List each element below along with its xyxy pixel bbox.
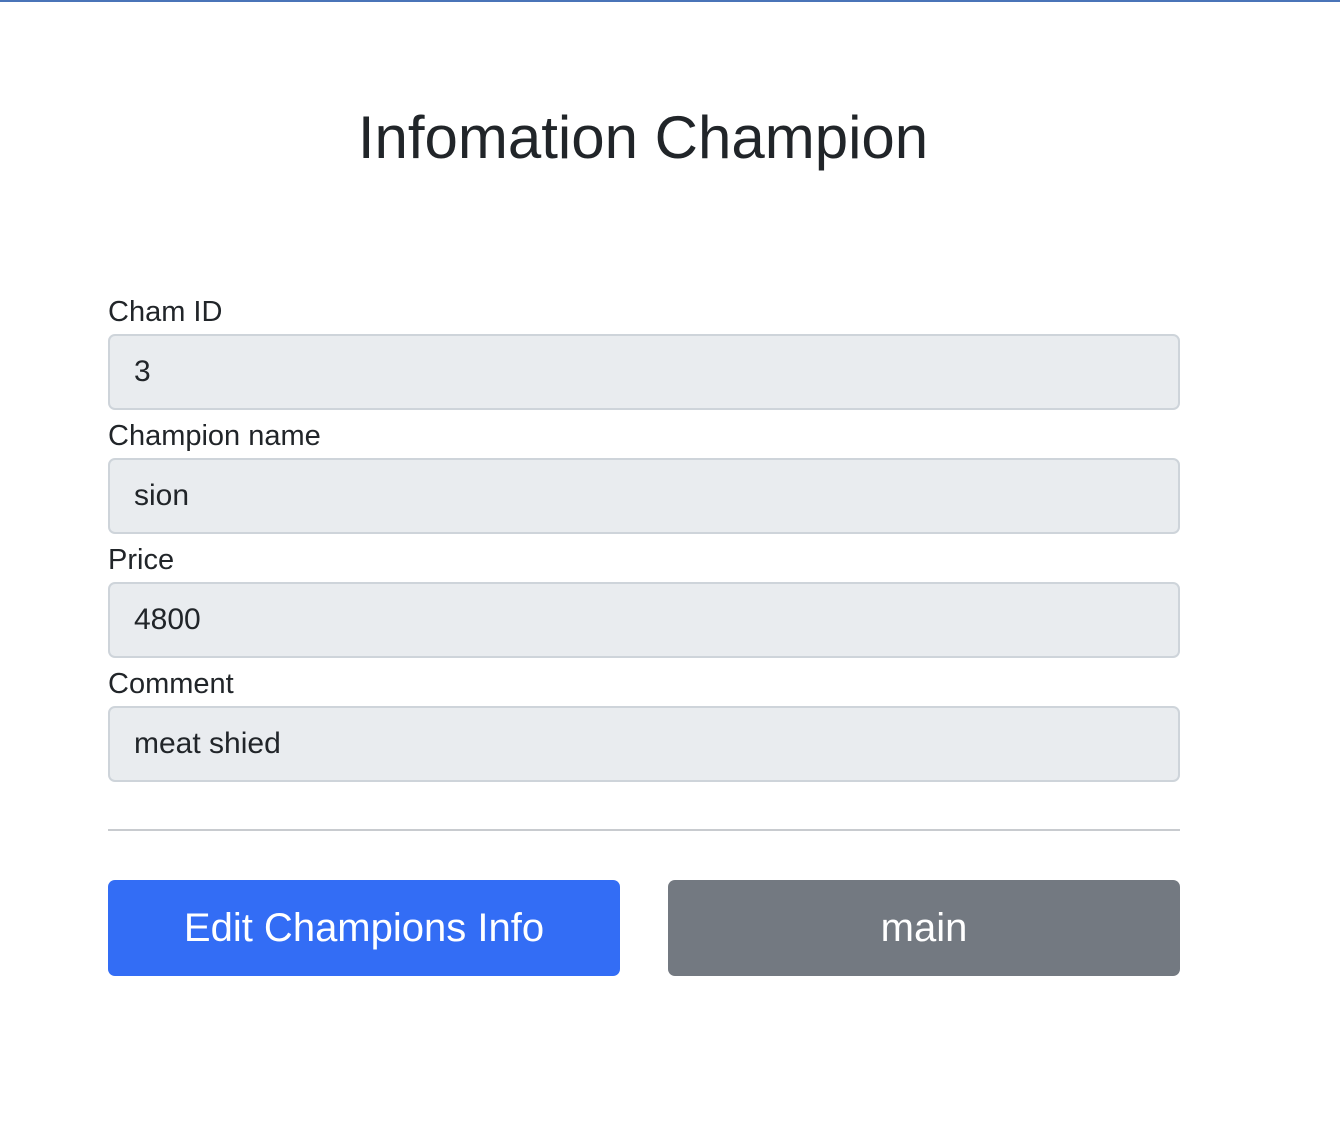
price-label: Price xyxy=(108,544,175,576)
champion-info-form: Cham ID Champion name Price Comment xyxy=(108,290,1180,786)
window-top-border xyxy=(0,0,1340,2)
page-title: Infomation Champion xyxy=(357,104,929,171)
comment-label: Comment xyxy=(108,668,234,700)
cham-id-field[interactable] xyxy=(108,334,1180,410)
champion-name-label: Champion name xyxy=(108,420,321,452)
main-button[interactable]: main xyxy=(668,880,1180,976)
champion-name-field[interactable] xyxy=(108,458,1180,534)
edit-champions-info-button[interactable]: Edit Champions Info xyxy=(108,880,620,976)
comment-field[interactable] xyxy=(108,706,1180,782)
price-field[interactable] xyxy=(108,582,1180,658)
cham-id-label: Cham ID xyxy=(108,296,223,328)
form-divider xyxy=(108,829,1180,831)
